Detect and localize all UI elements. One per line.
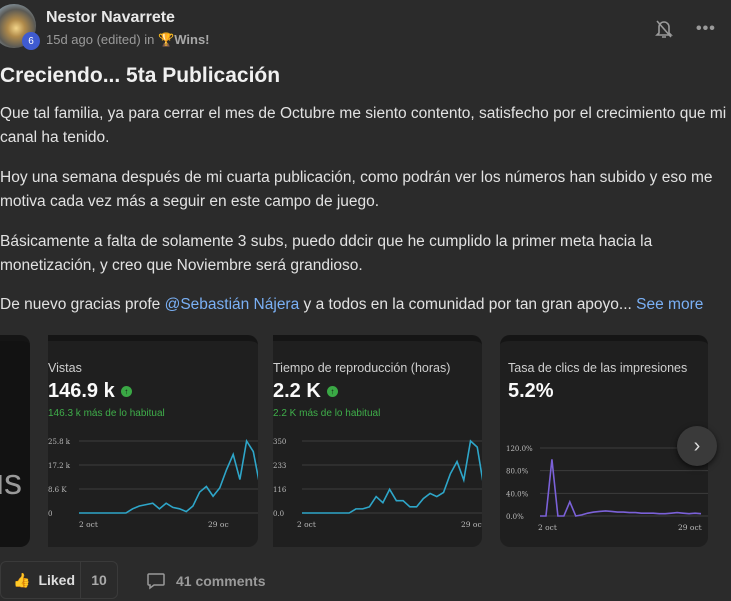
text: y a todos en la comunidad por tan gran a…	[299, 296, 637, 313]
more-options-button[interactable]: •••	[696, 20, 716, 38]
comments-button[interactable]: 41 comments	[146, 572, 265, 590]
post-paragraph: De nuevo gracias profe @Sebastián Nájera…	[0, 293, 728, 317]
thumbs-up-icon: 👍	[13, 571, 31, 588]
comment-icon	[147, 573, 165, 590]
series-line	[302, 439, 482, 514]
partial-card-text: us	[0, 461, 23, 502]
like-count: 10	[91, 572, 107, 588]
post-paragraph: Que tal familia, ya para cerrar el mes d…	[0, 105, 727, 146]
y-tick-label: 40.0%	[506, 490, 529, 498]
line-chart: 0 8.6 K 17.2 k 25.8 k 2 oct 29 oc	[48, 438, 258, 529]
y-tick-label: 0.0	[273, 510, 284, 518]
series-line	[540, 459, 702, 517]
mention-link[interactable]: @Sebastián Nájera	[165, 296, 300, 313]
x-tick-label: 2 oct	[538, 523, 557, 532]
y-tick-label: 80.0%	[506, 468, 529, 476]
image-card-vistas[interactable]: Vistas 146.9 k ↑ 146.3 k más de lo habitual…	[48, 335, 258, 547]
y-tick-label: 0.0%	[506, 513, 524, 521]
bell-off-icon[interactable]	[654, 18, 674, 40]
post-title: Creciendo... 5ta Publicación	[0, 64, 281, 87]
x-tick-label: 2 oct	[79, 520, 98, 529]
post-meta: 15d ago (edited) in 🏆Wins!	[46, 32, 210, 48]
line-chart: 0.0 116 233 350 2 oct 29 oc	[273, 438, 482, 529]
post-paragraph: Básicamente a falta de solamente 3 subs,…	[0, 233, 653, 274]
y-tick-label: 116	[273, 486, 287, 494]
category-link[interactable]: Wins!	[174, 32, 209, 47]
y-tick-label: 0	[48, 510, 52, 518]
y-tick-label: 233	[273, 462, 286, 470]
comments-label: 41 comments	[176, 573, 266, 589]
post-paragraph: Hoy una semana después de mi cuarta publ…	[0, 169, 713, 210]
series-line	[79, 438, 258, 514]
level-badge: 6	[22, 32, 40, 50]
see-more-link[interactable]: See more	[636, 296, 703, 313]
post-time: 15d ago (edited) in	[46, 32, 155, 47]
text: De nuevo gracias profe	[0, 296, 165, 313]
x-tick-label: 29 oc	[208, 520, 229, 529]
x-tick-label: 29 oc	[461, 520, 482, 529]
y-tick-label: 8.6 K	[48, 486, 67, 494]
image-card-partial[interactable]: us	[0, 335, 30, 547]
y-tick-label: 25.8 k	[48, 438, 71, 446]
like-button[interactable]: 👍 Liked 10	[0, 561, 118, 599]
x-tick-label: 29 oct	[678, 523, 702, 532]
chevron-right-icon[interactable]: ›	[677, 426, 717, 466]
trophy-icon: 🏆	[158, 32, 175, 47]
y-tick-label: 120.0%	[506, 445, 533, 453]
liked-label: Liked	[38, 572, 76, 588]
y-tick-label: 350	[273, 438, 286, 446]
author-name[interactable]: Nestor Navarrete	[46, 9, 175, 27]
x-tick-label: 2 oct	[297, 520, 316, 529]
y-tick-label: 17.2 k	[48, 462, 71, 470]
image-card-tiempo[interactable]: Tiempo de reproducción (horas) 2.2 K ↑ 2.2 …	[273, 335, 482, 547]
